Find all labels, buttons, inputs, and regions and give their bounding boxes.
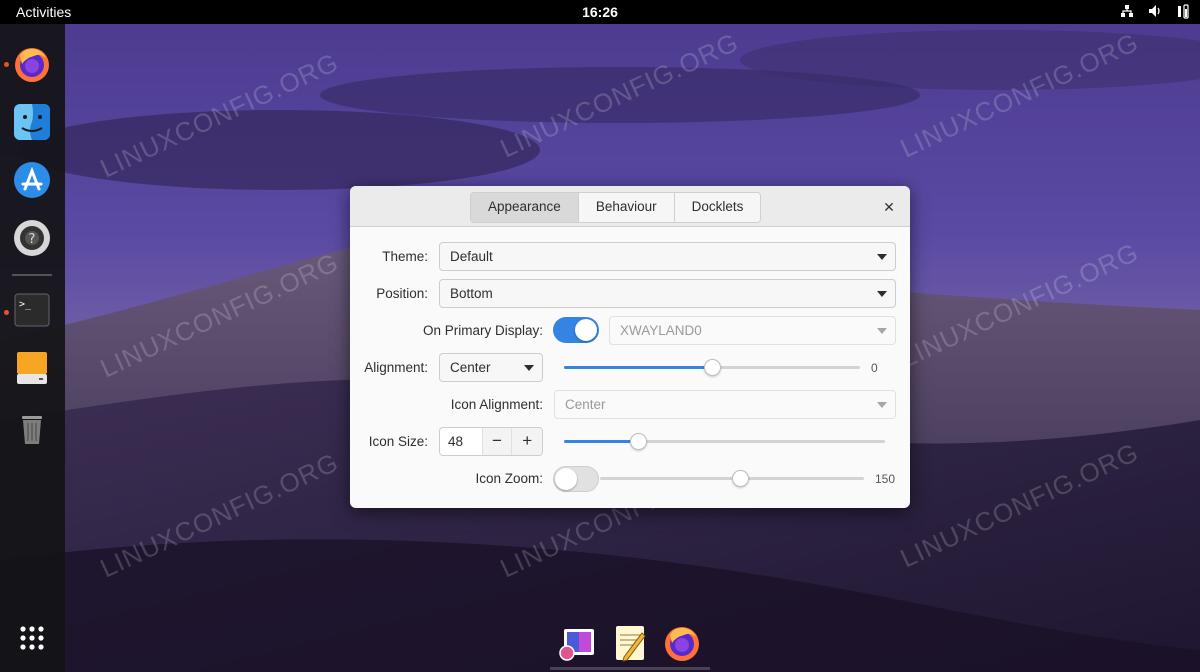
- running-indicator: [4, 62, 9, 67]
- offset-value: 0: [871, 361, 878, 375]
- chevron-down-icon: [877, 291, 887, 297]
- app-store-icon[interactable]: [10, 158, 54, 202]
- icon-zoom-toggle[interactable]: [553, 466, 599, 492]
- network-icon: [1120, 3, 1134, 19]
- left-dock: ? >_: [0, 24, 65, 672]
- plank-dock: [548, 615, 713, 672]
- chevron-down-icon: [524, 365, 534, 371]
- screenshot-app-icon[interactable]: [558, 623, 598, 663]
- icon-alignment-value: Center: [565, 397, 606, 412]
- alignment-label: Alignment:: [364, 360, 428, 375]
- text-editor-icon[interactable]: [610, 623, 650, 663]
- tab-appearance[interactable]: Appearance: [471, 193, 579, 222]
- volume-icon: [1148, 3, 1162, 19]
- tab-bar: Appearance Behaviour Docklets: [470, 192, 762, 223]
- primary-display-toggle[interactable]: [553, 317, 599, 343]
- finder-icon[interactable]: [10, 100, 54, 144]
- increment-button[interactable]: +: [512, 428, 542, 455]
- display-dropdown: XWAYLAND0: [609, 316, 896, 345]
- terminal-icon[interactable]: >_: [10, 288, 54, 332]
- tab-behaviour[interactable]: Behaviour: [578, 193, 675, 222]
- help-icon[interactable]: ?: [10, 216, 54, 260]
- drive-icon[interactable]: [10, 346, 54, 390]
- alignment-value: Center: [450, 360, 491, 375]
- running-indicator: [4, 310, 9, 315]
- position-label: Position:: [376, 286, 428, 301]
- toggle-knob: [575, 319, 597, 341]
- icon-size-label: Icon Size:: [368, 434, 428, 449]
- top-bar: Activities 16:26: [0, 0, 1200, 24]
- icon-zoom-value: 150: [875, 472, 896, 486]
- primary-display-label: On Primary Display:: [422, 323, 543, 338]
- chevron-down-icon: [877, 402, 887, 408]
- icon-size-spinner[interactable]: 48 − +: [439, 427, 543, 456]
- firefox-icon[interactable]: [662, 623, 702, 663]
- position-value: Bottom: [450, 286, 493, 301]
- alignment-dropdown[interactable]: Center: [439, 353, 543, 382]
- power-icon: [1176, 3, 1190, 19]
- theme-dropdown[interactable]: Default: [439, 242, 896, 271]
- chevron-down-icon: [877, 254, 887, 260]
- close-button[interactable]: ✕: [880, 198, 898, 216]
- offset-slider-fill: [564, 366, 712, 369]
- dock-base: [550, 667, 710, 670]
- chevron-down-icon: [877, 328, 887, 334]
- icon-zoom-slider-knob: [732, 470, 749, 487]
- firefox-icon[interactable]: [10, 42, 54, 86]
- plank-preferences-dialog: Appearance Behaviour Docklets ✕ Theme: D…: [350, 186, 910, 508]
- svg-text:?: ?: [29, 232, 36, 247]
- icon-zoom-label: Icon Zoom:: [475, 471, 543, 486]
- icon-size-slider-fill: [564, 440, 638, 443]
- icon-alignment-label: Icon Alignment:: [450, 397, 543, 412]
- system-tray[interactable]: [1120, 3, 1190, 19]
- icon-alignment-dropdown: Center: [554, 390, 896, 419]
- dock-separator: [12, 274, 52, 276]
- activities-button[interactable]: Activities: [16, 4, 71, 20]
- decrement-button[interactable]: −: [482, 428, 513, 455]
- clock[interactable]: 16:26: [582, 4, 618, 20]
- svg-text:>_: >_: [19, 299, 32, 310]
- theme-label: Theme:: [382, 249, 428, 264]
- icon-size-value[interactable]: 48: [440, 428, 483, 455]
- theme-value: Default: [450, 249, 493, 264]
- position-dropdown[interactable]: Bottom: [439, 279, 896, 308]
- icon-size-slider-knob[interactable]: [630, 433, 647, 450]
- trash-icon[interactable]: [10, 406, 54, 450]
- dialog-header: Appearance Behaviour Docklets ✕: [350, 186, 910, 227]
- tab-docklets[interactable]: Docklets: [674, 193, 761, 222]
- toggle-knob: [555, 468, 577, 490]
- offset-slider-knob[interactable]: [704, 359, 721, 376]
- display-value: XWAYLAND0: [620, 323, 702, 338]
- show-applications-icon[interactable]: [10, 616, 54, 660]
